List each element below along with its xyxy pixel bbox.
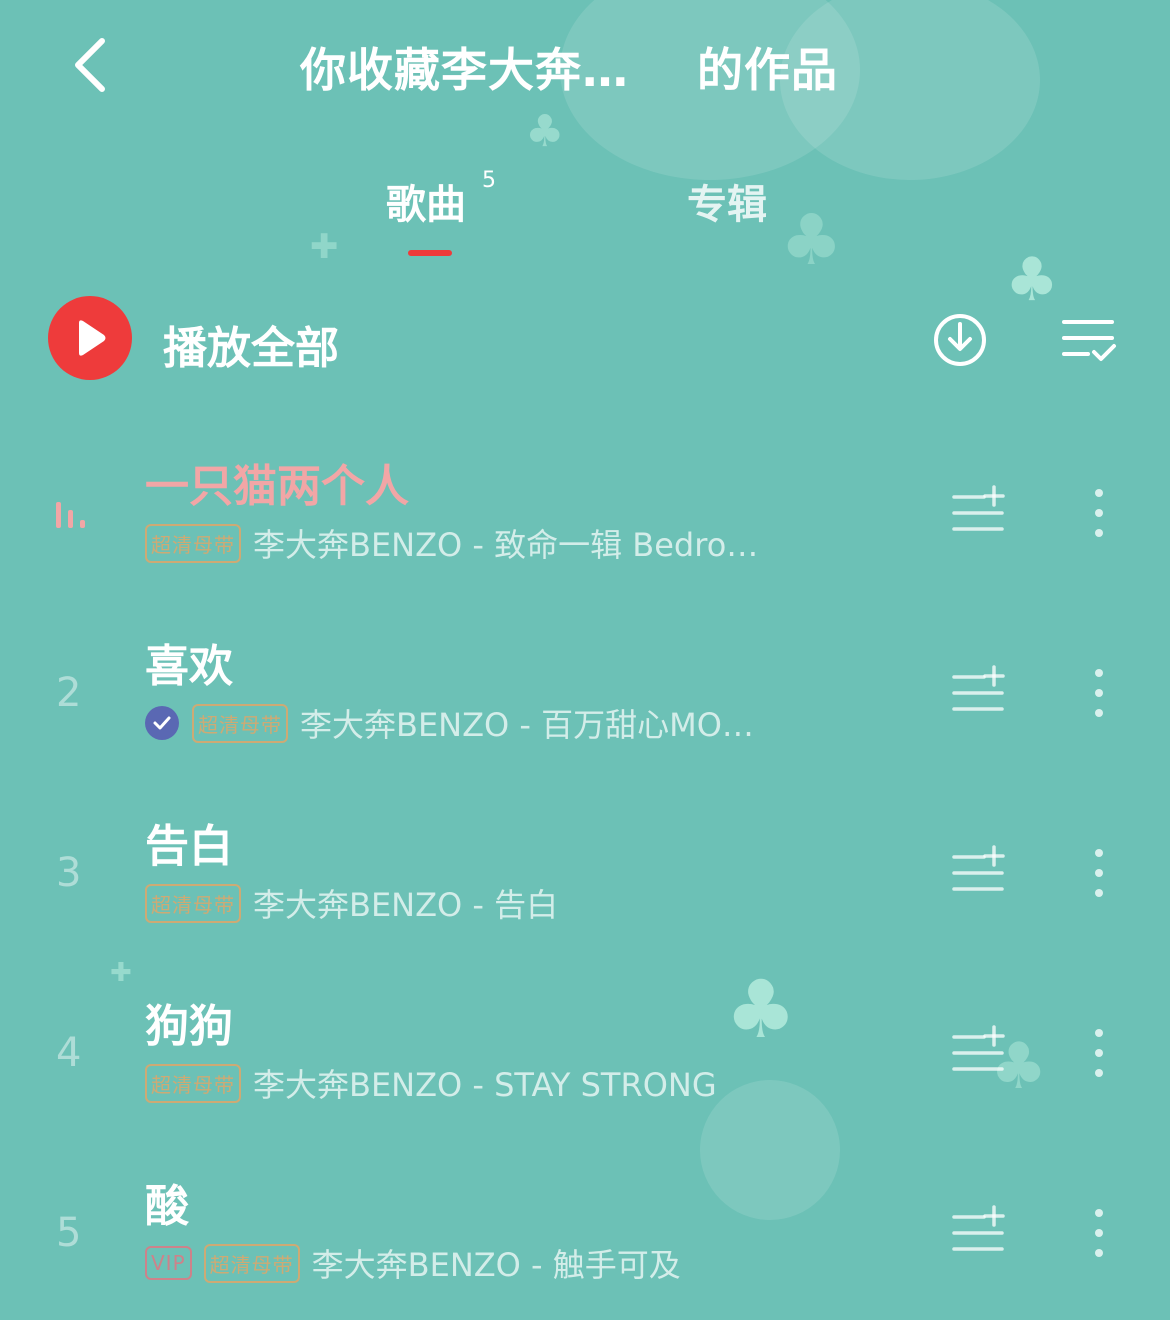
- more-options-icon[interactable]: [1082, 1025, 1116, 1081]
- download-icon[interactable]: [930, 310, 990, 370]
- play-all-label[interactable]: 播放全部: [163, 312, 339, 376]
- add-to-queue-icon[interactable]: [950, 665, 1006, 715]
- song-row[interactable]: 3 告白 超清母带 李大奔BENZO - 告白: [0, 810, 1170, 960]
- song-index: 5: [56, 1210, 82, 1256]
- song-title: 一只猫两个人: [145, 461, 409, 512]
- song-index: 2: [56, 670, 82, 716]
- more-options-icon[interactable]: [1082, 665, 1116, 721]
- song-meta: 超清母带 李大奔BENZO - STAY STRONG: [145, 1060, 717, 1106]
- chevron-left-icon: [75, 38, 105, 92]
- more-options-icon[interactable]: [1082, 485, 1116, 541]
- add-to-queue-icon[interactable]: [950, 1025, 1006, 1075]
- master-quality-badge: 超清母带: [145, 883, 241, 923]
- song-index: 4: [56, 1030, 82, 1076]
- tab-active-indicator: [408, 250, 452, 256]
- tab-songs-count: 5: [482, 168, 496, 193]
- master-quality-badge: 超清母带: [145, 523, 241, 563]
- song-artist-album: 李大奔BENZO - 触手可及: [311, 1246, 681, 1284]
- song-title: 酸: [145, 1181, 189, 1232]
- song-meta: VIP 超清母带 李大奔BENZO - 触手可及: [145, 1240, 681, 1286]
- tab-albums[interactable]: 专辑: [687, 172, 767, 230]
- multi-select-icon[interactable]: [1058, 312, 1118, 368]
- page-title-part2: 的作品: [697, 43, 838, 97]
- now-playing-icon: [56, 502, 85, 528]
- master-quality-badge: 超清母带: [203, 1243, 300, 1283]
- vip-badge: VIP: [145, 1246, 192, 1280]
- back-button[interactable]: [55, 30, 125, 100]
- check-icon: [145, 706, 179, 740]
- play-all-button[interactable]: [48, 296, 132, 380]
- more-options-icon[interactable]: [1082, 845, 1116, 901]
- page-title-part1: 你收藏李大奔…: [300, 43, 629, 97]
- add-to-queue-icon[interactable]: [950, 1205, 1006, 1255]
- song-title: 告白: [145, 821, 233, 872]
- song-row[interactable]: 2 喜欢 超清母带 李大奔BENZO - 百万甜心MO…: [0, 630, 1170, 780]
- song-meta: 超清母带 李大奔BENZO - 告白: [145, 880, 558, 926]
- song-artist-album: 李大奔BENZO - STAY STRONG: [253, 1066, 717, 1104]
- song-artist-album: 李大奔BENZO - 致命一辑 Bedro…: [253, 526, 759, 564]
- add-to-queue-icon[interactable]: [950, 485, 1006, 535]
- play-icon: [79, 320, 106, 356]
- song-row[interactable]: 一只猫两个人 超清母带 李大奔BENZO - 致命一辑 Bedro…: [0, 450, 1170, 600]
- song-artist-album: 李大奔BENZO - 百万甜心MO…: [300, 706, 754, 744]
- song-title: 喜欢: [145, 641, 233, 692]
- tab-songs[interactable]: 歌曲 5: [386, 168, 496, 256]
- tab-bar: 歌曲 5 专辑: [0, 160, 1170, 256]
- song-row[interactable]: 5 酸 VIP 超清母带 李大奔BENZO - 触手可及: [0, 1170, 1170, 1320]
- song-title: 狗狗: [145, 1001, 233, 1052]
- master-quality-badge: 超清母带: [192, 703, 288, 743]
- play-all-row: 播放全部: [0, 290, 1170, 390]
- add-to-queue-icon[interactable]: [950, 845, 1006, 895]
- song-index: 3: [56, 850, 82, 896]
- master-quality-badge: 超清母带: [145, 1063, 241, 1103]
- page-title: 你收藏李大奔… 的作品: [300, 34, 838, 100]
- song-meta: 超清母带 李大奔BENZO - 百万甜心MO…: [145, 700, 754, 746]
- song-meta: 超清母带 李大奔BENZO - 致命一辑 Bedro…: [145, 520, 758, 566]
- tab-songs-label: 歌曲: [386, 182, 466, 228]
- song-row[interactable]: 4 狗狗 超清母带 李大奔BENZO - STAY STRONG: [0, 990, 1170, 1140]
- more-options-icon[interactable]: [1082, 1205, 1116, 1261]
- header: 你收藏李大奔… 的作品: [0, 0, 1170, 140]
- song-artist-album: 李大奔BENZO - 告白: [253, 886, 559, 924]
- tab-albums-label: 专辑: [687, 182, 767, 228]
